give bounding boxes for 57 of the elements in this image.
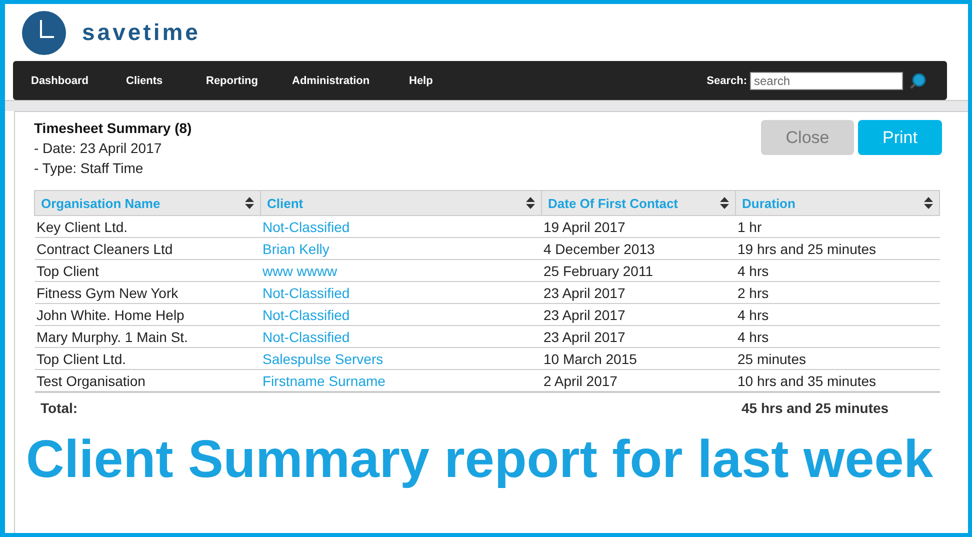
table-cell: 1 hr xyxy=(738,218,762,234)
table-cell: Contract Cleaners Ltd xyxy=(36,240,173,256)
search-icon[interactable] xyxy=(909,72,927,90)
search-field[interactable]: search xyxy=(750,72,903,90)
print-button[interactable]: Print xyxy=(858,120,942,155)
client-link[interactable]: Not-Classified xyxy=(262,306,350,322)
table-cell: 4 hrs xyxy=(738,328,769,344)
table-cell: 23 April 2017 xyxy=(544,306,626,322)
total-value: 45 hrs and 25 minutes xyxy=(742,400,889,416)
nav-link[interactable]: Help xyxy=(409,74,433,86)
client-link[interactable]: Not-Classified xyxy=(262,218,350,234)
client-link[interactable]: Salespulse Servers xyxy=(262,350,384,366)
table-cell: 25 minutes xyxy=(738,350,806,366)
client-link[interactable]: Not-Classified xyxy=(262,328,350,344)
table-cell: 10 hrs and 35 minutes xyxy=(738,372,876,388)
table-cell: 23 April 2017 xyxy=(544,328,626,344)
table-cell: Mary Murphy. 1 Main St. xyxy=(36,328,188,344)
table-cell: 19 hrs and 25 minutes xyxy=(738,240,876,256)
sort-icon[interactable] xyxy=(245,197,254,209)
client-link[interactable]: Not-Classified xyxy=(262,284,350,300)
table-cell: 2 April 2017 xyxy=(544,372,618,388)
table-cell: Top Client Ltd. xyxy=(36,350,126,366)
client-link[interactable]: Firstname Surname xyxy=(262,372,386,388)
column-header[interactable]: Client xyxy=(260,190,542,216)
report-detail: - Date: 23 April 2017 xyxy=(34,140,163,156)
total-label: Total: xyxy=(40,400,78,416)
report-title: Timesheet Summary (8) xyxy=(34,120,192,136)
table-cell: 25 February 2011 xyxy=(544,262,653,278)
client-link[interactable]: Brian Kelly xyxy=(262,240,330,256)
table-cell: John White. Home Help xyxy=(36,306,184,322)
column-header[interactable]: Date Of First Contact xyxy=(542,190,736,216)
table-cell: Key Client Ltd. xyxy=(36,218,128,234)
table-cell: 4 hrs xyxy=(738,262,769,278)
caption-text: Client Summary report for last week xyxy=(26,429,934,490)
logo-text: savetime xyxy=(82,19,200,46)
column-header[interactable]: Organisation Name xyxy=(34,190,260,216)
table-cell: 4 December 2013 xyxy=(544,240,655,256)
table-cell: Test Organisation xyxy=(36,372,146,388)
sort-icon[interactable] xyxy=(526,197,535,209)
table-cell: 4 hrs xyxy=(738,306,769,322)
nav-link[interactable]: Administration xyxy=(292,74,409,86)
table-cell: 23 April 2017 xyxy=(544,284,626,300)
clock-logo-icon xyxy=(22,10,66,54)
table-cell: 10 March 2015 xyxy=(544,350,637,366)
table-cell: Fitness Gym New York xyxy=(36,284,178,300)
table-cell: Top Client xyxy=(36,262,99,278)
table-cell: 2 hrs xyxy=(738,284,769,300)
sort-icon[interactable] xyxy=(924,197,933,209)
nav-link[interactable]: Reporting xyxy=(206,74,292,86)
client-link[interactable]: www wwww xyxy=(262,262,338,278)
column-header[interactable]: Duration xyxy=(736,190,940,216)
nav-link[interactable]: Clients xyxy=(126,74,206,86)
search-label: Search: xyxy=(706,74,747,86)
sort-icon[interactable] xyxy=(720,197,729,209)
table-cell: 19 April 2017 xyxy=(544,218,626,234)
report-detail: - Type: Staff Time xyxy=(34,160,144,176)
nav-link[interactable]: Dashboard xyxy=(31,74,126,86)
